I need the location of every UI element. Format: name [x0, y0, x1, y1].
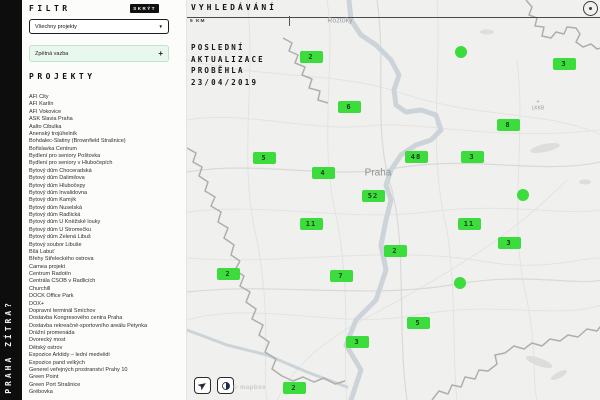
project-list-item[interactable]: Dětský ostrov: [29, 345, 184, 352]
dropdown-selected-value: Všechny projekty: [35, 24, 77, 30]
project-list-item[interactable]: DOCK Office Park: [29, 293, 184, 300]
brand-bar: PRAHA ZÍTRA?: [0, 0, 22, 400]
project-list-item[interactable]: Bytový dům Invalidovna: [29, 190, 184, 197]
project-list-item[interactable]: Aalto Cibulka: [29, 124, 184, 131]
filter-sidebar: FILTR SKRÝT Všechny projekty ▼ Zpětná va…: [22, 0, 186, 400]
half-filled-circle-icon: [221, 381, 231, 391]
project-list-item[interactable]: Bydlení pro seniory v Hlubočepích: [29, 160, 184, 167]
map-cluster-badge[interactable]: 52: [362, 190, 385, 202]
chevron-down-icon: ▼: [159, 24, 163, 29]
project-list-item[interactable]: Churchill: [29, 286, 184, 293]
project-list-item[interactable]: Bytový dům U Kněžské louky: [29, 219, 184, 226]
map-cluster-badge[interactable]: 7: [330, 270, 353, 282]
project-list-item[interactable]: Expozice Arktidy – lední medvědi: [29, 352, 184, 359]
project-list-item[interactable]: ASK Slavia Praha: [29, 116, 184, 123]
map-point-marker[interactable]: [455, 46, 467, 58]
feedback-button[interactable]: Zpětná vazba +: [29, 45, 169, 62]
project-list-item[interactable]: AFI Karlín: [29, 101, 184, 108]
map-cluster-badge[interactable]: 3: [346, 336, 369, 348]
project-list: AFI CityAFI KarlínAFI VokoviceASK Slavia…: [29, 94, 184, 396]
project-list-item[interactable]: AFI City: [29, 94, 184, 101]
project-list-item[interactable]: Centrála ČSOB v Radlicích: [29, 278, 184, 285]
map-canvas[interactable]: VYHLEDÁVÁNÍ 5 KM POSLEDNÍ AKTUALIZACE PR…: [186, 0, 600, 400]
map-cluster-badge[interactable]: 8: [497, 119, 520, 131]
project-list-item[interactable]: Anenský trojúhelník: [29, 131, 184, 138]
project-list-item[interactable]: Dostavba rekreačně-sportovního areálu Pe…: [29, 323, 184, 330]
project-list-item[interactable]: Centrum Radotín: [29, 271, 184, 278]
map-point-marker[interactable]: [454, 277, 466, 289]
map-cluster-badge[interactable]: 11: [300, 218, 323, 230]
map-cluster-badge[interactable]: 2: [283, 382, 306, 394]
project-list-item[interactable]: Carnea projekt: [29, 264, 184, 271]
map-cluster-badge[interactable]: 5: [407, 317, 430, 329]
project-list-item[interactable]: DOX+: [29, 301, 184, 308]
filter-header-row: FILTR SKRÝT: [29, 4, 159, 13]
projects-section-title: PROJEKTY: [29, 72, 96, 81]
map-cluster-badge[interactable]: 4: [312, 167, 335, 179]
map-cluster-badge[interactable]: 5: [253, 152, 276, 164]
project-list-item[interactable]: Drážní promenáda: [29, 330, 184, 337]
project-list-item[interactable]: Bytový dům Hlubočepy: [29, 183, 184, 190]
brand-vertical-label: PRAHA ZÍTRA?: [4, 300, 13, 394]
project-list-item[interactable]: Bytový dům Zelená Libuš: [29, 234, 184, 241]
project-list-item[interactable]: Bohdalec-Slatiny (Brownfield Strašnice): [29, 138, 184, 145]
map-style-toggle-button[interactable]: [217, 377, 234, 394]
paper-plane-icon: [198, 381, 207, 390]
project-list-item[interactable]: Bytový dům Kamýk: [29, 197, 184, 204]
map-cluster-badge[interactable]: 2: [384, 245, 407, 257]
project-list-item[interactable]: Expozice pand velkých: [29, 360, 184, 367]
projects-filter-dropdown[interactable]: Všechny projekty ▼: [29, 19, 169, 34]
map-cluster-badge[interactable]: 6: [338, 101, 361, 113]
mapbox-attribution[interactable]: © mapbox: [233, 385, 266, 391]
hide-filter-button[interactable]: SKRÝT: [130, 4, 159, 13]
project-list-item[interactable]: Bytový soubor Libuše: [29, 242, 184, 249]
plus-icon: +: [158, 50, 163, 58]
project-list-item[interactable]: Dopravní terminál Smíchov: [29, 308, 184, 315]
project-list-item[interactable]: Bytový dům Choceradská: [29, 168, 184, 175]
project-list-item[interactable]: Green Point: [29, 374, 184, 381]
project-list-item[interactable]: Bytový dům U Stromečku: [29, 227, 184, 234]
locate-button[interactable]: [194, 377, 211, 394]
marker-layer: 2 3 6 8 5 48 3 4 52 11 11 3 2 2 7 5 3 2: [187, 0, 600, 400]
map-cluster-badge[interactable]: 48: [405, 151, 428, 163]
map-cluster-badge[interactable]: 3: [553, 58, 576, 70]
project-list-item[interactable]: Bytový dům Dalimilova: [29, 175, 184, 182]
feedback-label: Zpětná vazba: [35, 51, 68, 57]
project-list-item[interactable]: Grébovka: [29, 389, 184, 396]
project-list-item[interactable]: Green Port Strašnice: [29, 382, 184, 389]
map-cluster-badge[interactable]: 3: [498, 237, 521, 249]
project-list-item[interactable]: Břehy Střeleckého ostrova: [29, 256, 184, 263]
map-cluster-badge[interactable]: 2: [300, 51, 323, 63]
project-list-item[interactable]: Bílá Labuť: [29, 249, 184, 256]
project-list-item[interactable]: Bořislavka Centrum: [29, 146, 184, 153]
project-list-item[interactable]: Generel veřejných prostranství Prahy 10: [29, 367, 184, 374]
project-list-item[interactable]: AFI Vokovice: [29, 109, 184, 116]
project-list-item[interactable]: Bydlení pro seniory Poštovka: [29, 153, 184, 160]
map-cluster-badge[interactable]: 11: [458, 218, 481, 230]
map-controls: [194, 377, 234, 394]
project-list-item[interactable]: Dvorecký most: [29, 337, 184, 344]
map-point-marker[interactable]: [517, 189, 529, 201]
map-cluster-badge[interactable]: 3: [461, 151, 484, 163]
project-list-item[interactable]: Dostavba Kongresového centra Praha: [29, 315, 184, 322]
map-cluster-badge[interactable]: 2: [217, 268, 240, 280]
filter-title: FILTR: [29, 4, 71, 13]
app-window: PRAHA ZÍTRA? FILTR SKRÝT Všechny projekt…: [0, 0, 600, 400]
project-list-item[interactable]: Bytový dům Radlická: [29, 212, 184, 219]
project-list-item[interactable]: Bytový dům Nuselská: [29, 205, 184, 212]
